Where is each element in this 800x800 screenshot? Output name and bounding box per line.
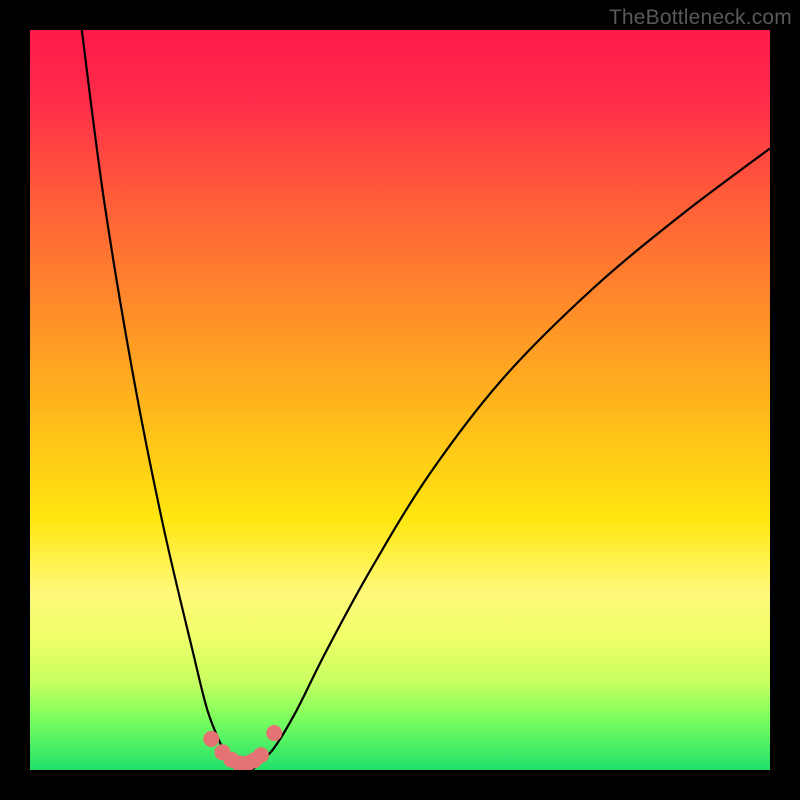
valley-marker bbox=[203, 731, 219, 747]
watermark-label: TheBottleneck.com bbox=[609, 6, 792, 30]
chart-stage: TheBottleneck.com bbox=[0, 0, 800, 800]
curve-group bbox=[82, 30, 770, 770]
bottleneck-curve bbox=[82, 30, 770, 770]
valley-marker bbox=[253, 747, 269, 763]
valley-marker bbox=[266, 725, 282, 741]
plot-area bbox=[30, 30, 770, 770]
curve-layer bbox=[30, 30, 770, 770]
